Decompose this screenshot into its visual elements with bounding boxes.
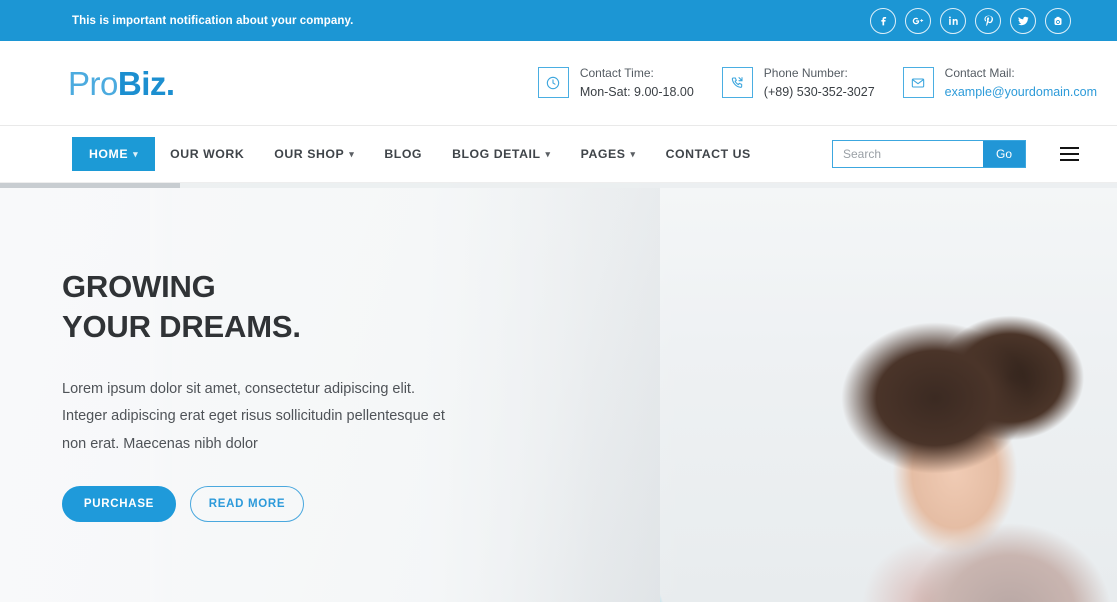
- contact-phone-value: (+89) 530-352-3027: [763, 84, 875, 99]
- mail-icon: [902, 67, 934, 99]
- clock-icon: [537, 67, 569, 99]
- contact-phone-text: Phone Number: (+89) 530-352-3027: [764, 65, 875, 101]
- youtube-icon[interactable]: [1045, 7, 1071, 34]
- hero-title: GROWING YOUR DREAMS.: [62, 267, 520, 348]
- nav-right-tools: Go: [831, 140, 1101, 168]
- search-input[interactable]: [832, 141, 983, 167]
- contact-time-block: Contact Time: Mon-Sat: 9.00-18.00: [537, 65, 694, 101]
- nav-item-contact-us[interactable]: CONTACT US: [651, 137, 766, 171]
- nav-item-blog-detail-label: BLOG DETAIL: [452, 147, 541, 161]
- hero-content: GROWING YOUR DREAMS. Lorem ipsum dolor s…: [0, 183, 520, 523]
- contact-phone-block: Phone Number: (+89) 530-352-3027: [721, 65, 875, 101]
- nav-item-blog[interactable]: BLOG: [369, 137, 437, 171]
- logo-text-primary: Pro: [68, 64, 118, 102]
- logo-text-secondary: Biz.: [117, 64, 175, 102]
- linkedin-icon[interactable]: [940, 7, 966, 34]
- contact-time-value: Mon-Sat: 9.00-18.00: [579, 84, 694, 99]
- nav-item-blog-label: BLOG: [384, 147, 423, 161]
- phone-icon: [721, 67, 753, 99]
- hero-slider: GROWING YOUR DREAMS. Lorem ipsum dolor s…: [0, 183, 1117, 602]
- contact-mail-text: Contact Mail: example@yourdomain.com: [945, 65, 1097, 101]
- purchase-button[interactable]: PURCHASE: [62, 486, 176, 523]
- hero-progress-fill: [0, 183, 180, 188]
- hero-title-line-2: YOUR DREAMS.: [62, 309, 301, 345]
- nav-item-pages[interactable]: PAGES ▾: [566, 137, 651, 171]
- hamburger-bar: [1060, 158, 1079, 162]
- contact-time-text: Contact Time: Mon-Sat: 9.00-18.00: [580, 65, 694, 101]
- contact-mail-label: Contact Mail:: [944, 66, 1015, 81]
- hero-title-line-1: GROWING: [62, 269, 216, 304]
- chevron-down-icon: ▾: [349, 148, 355, 159]
- main-navigation: HOME ▾ OUR WORK OUR SHOP ▾ BLOG BLOG DET…: [0, 126, 1117, 183]
- hamburger-menu-icon[interactable]: [1060, 146, 1079, 162]
- facebook-icon[interactable]: [870, 7, 896, 34]
- read-more-button[interactable]: READ MORE: [190, 486, 304, 523]
- hero-description: Lorem ipsum dolor sit amet, consectetur …: [62, 380, 445, 452]
- nav-list: HOME ▾ OUR WORK OUR SHOP ▾ BLOG BLOG DET…: [72, 137, 766, 171]
- twitter-icon[interactable]: [1010, 7, 1036, 34]
- nav-item-pages-label: PAGES: [580, 147, 626, 161]
- pinterest-icon[interactable]: [975, 7, 1001, 34]
- search-box: Go: [831, 140, 1026, 168]
- notification-text: This is important notification about you…: [72, 14, 354, 27]
- contact-mail-value[interactable]: example@yourdomain.com: [945, 83, 1097, 101]
- search-go-button[interactable]: Go: [982, 141, 1025, 167]
- nav-item-our-work-label: OUR WORK: [170, 147, 245, 161]
- hero-button-group: PURCHASE READ MORE: [62, 486, 520, 523]
- nav-item-home-label: HOME: [89, 147, 129, 161]
- nav-item-our-work[interactable]: OUR WORK: [155, 137, 259, 171]
- nav-item-home[interactable]: HOME ▾: [72, 137, 156, 171]
- google-plus-icon[interactable]: [905, 7, 931, 34]
- contact-time-label: Contact Time:: [579, 66, 654, 81]
- hamburger-bar: [1060, 146, 1079, 150]
- site-header: ProBiz. Contact Time: Mon-Sat: 9.00-18.0…: [0, 41, 1117, 126]
- chevron-down-icon: ▾: [545, 148, 551, 159]
- nav-item-our-shop[interactable]: OUR SHOP ▾: [259, 137, 369, 171]
- contact-mail-block: Contact Mail: example@yourdomain.com: [902, 65, 1097, 101]
- chevron-down-icon: ▾: [133, 148, 139, 159]
- site-logo[interactable]: ProBiz.: [68, 67, 175, 100]
- chevron-down-icon: ▾: [630, 148, 636, 159]
- hero-progress-bar[interactable]: [0, 183, 1117, 188]
- top-notification-bar: This is important notification about you…: [0, 0, 1117, 41]
- nav-item-our-shop-label: OUR SHOP: [274, 147, 345, 161]
- nav-item-contact-us-label: CONTACT US: [665, 147, 751, 161]
- social-links: [870, 7, 1103, 34]
- hamburger-bar: [1060, 152, 1079, 156]
- nav-item-blog-detail[interactable]: BLOG DETAIL ▾: [437, 137, 566, 171]
- header-contact-group: Contact Time: Mon-Sat: 9.00-18.00 Phone …: [537, 65, 1097, 101]
- contact-phone-label: Phone Number:: [763, 66, 848, 81]
